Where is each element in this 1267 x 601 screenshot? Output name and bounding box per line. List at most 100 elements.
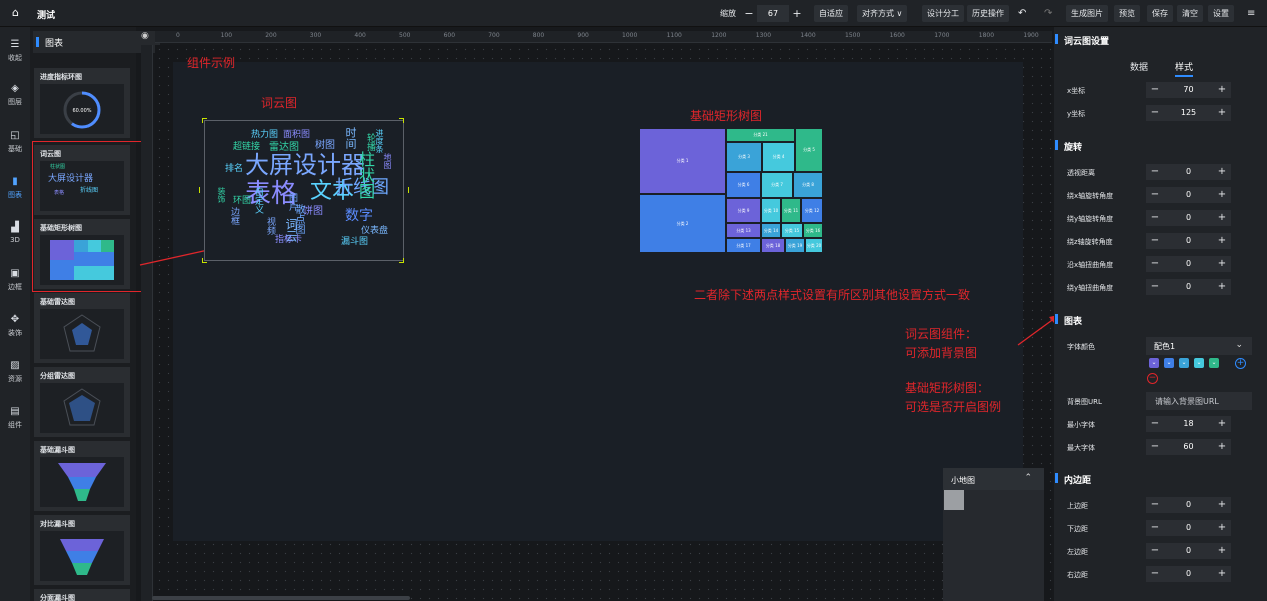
stepper-value[interactable]: 60	[1164, 439, 1213, 455]
color-swatch[interactable]: ⌄	[1149, 358, 1159, 368]
color-swatch[interactable]: ⌄	[1194, 358, 1204, 368]
pad-top-label: 上边距	[1067, 502, 1088, 510]
wordcloud-component[interactable]: 大屏设计器 文本 表格 折线图 柱状图 数字 词云 热力图 面积图 雷达图 超链接 树图 排名 饼图 散点图…	[204, 120, 404, 261]
color-swatch[interactable]: ⌄	[1164, 358, 1174, 368]
decrement-button[interactable]: −	[1146, 520, 1164, 536]
treemap-cell: 分类 1	[639, 128, 726, 194]
wordcloud-word: 漏斗图	[341, 237, 369, 247]
decrement-button[interactable]: −	[1146, 187, 1164, 203]
pad-left-label: 左边距	[1067, 548, 1088, 556]
stepper-value[interactable]: 0	[1164, 566, 1213, 582]
minimap-title: 小地图	[951, 476, 975, 485]
resize-handle[interactable]	[399, 118, 404, 123]
treemap-cell: 分类 14	[761, 223, 781, 238]
minimap-viewport[interactable]	[944, 490, 964, 510]
treemap-cell: 分类 21	[726, 128, 795, 142]
minimap-panel: 小地图 ⌃	[943, 468, 1044, 601]
decrement-button[interactable]: −	[1146, 416, 1164, 432]
increment-button[interactable]: +	[1213, 543, 1231, 559]
tab-style[interactable]: 样式	[1175, 60, 1193, 73]
color-swatch[interactable]: ⌄	[1209, 358, 1219, 368]
pad-bottom-stepper[interactable]: −0 +	[1146, 520, 1231, 536]
color-swatch[interactable]: ⌄	[1179, 358, 1189, 368]
stepper-value[interactable]: 0	[1164, 210, 1213, 226]
skew-y-stepper[interactable]: −0 +	[1146, 279, 1231, 295]
min-font-stepper[interactable]: −18 +	[1146, 416, 1231, 432]
decrement-button[interactable]: −	[1146, 82, 1164, 98]
pad-top-stepper[interactable]: −0 +	[1146, 497, 1231, 513]
stepper-value[interactable]: 18	[1164, 416, 1213, 432]
increment-button[interactable]: +	[1213, 439, 1231, 455]
stepper-value[interactable]: 0	[1164, 279, 1213, 295]
resize-handle[interactable]	[399, 258, 404, 263]
decrement-button[interactable]: −	[1146, 279, 1164, 295]
remove-color-icon[interactable]: −	[1147, 373, 1158, 384]
chevron-up-icon[interactable]: ⌃	[1024, 473, 1032, 483]
treemap-cell: 分类 10	[761, 198, 781, 223]
stepper-value[interactable]: 0	[1164, 233, 1213, 249]
treemap-component[interactable]: 分类 1 分类 2 分类 3 分类 4 分类 5 分类 6 分类 7 分类 8 分类 9 分类 1…	[639, 128, 823, 253]
decrement-button[interactable]: −	[1146, 210, 1164, 226]
x-stepper[interactable]: −70 +	[1146, 82, 1231, 98]
stepper-value[interactable]: 0	[1164, 543, 1213, 559]
decrement-button[interactable]: −	[1146, 233, 1164, 249]
stepper-value[interactable]: 0	[1164, 520, 1213, 536]
wordcloud-word: 视频	[265, 217, 275, 235]
resize-handle[interactable]	[199, 187, 204, 193]
decrement-button[interactable]: −	[1146, 497, 1164, 513]
wordcloud-word: 装饰	[217, 187, 226, 203]
increment-button[interactable]: +	[1213, 82, 1231, 98]
increment-button[interactable]: +	[1213, 566, 1231, 582]
resize-handle[interactable]	[404, 187, 409, 193]
pad-left-stepper[interactable]: −0 +	[1146, 543, 1231, 559]
increment-button[interactable]: +	[1213, 233, 1231, 249]
increment-button[interactable]: +	[1213, 105, 1231, 121]
stepper-value[interactable]: 0	[1164, 256, 1213, 272]
wordcloud-word: 自定义	[253, 187, 263, 214]
increment-button[interactable]: +	[1213, 256, 1231, 272]
decrement-button[interactable]: −	[1146, 566, 1164, 582]
rot-z-stepper[interactable]: −0 +	[1146, 233, 1231, 249]
add-color-icon[interactable]: +	[1235, 358, 1246, 369]
decrement-button[interactable]: −	[1146, 439, 1164, 455]
chevron-down-icon: ⌄	[1235, 340, 1243, 350]
increment-button[interactable]: +	[1213, 210, 1231, 226]
font-color-select[interactable]: 配色1 ⌄	[1146, 337, 1252, 355]
stepper-value[interactable]: 0	[1164, 187, 1213, 203]
stepper-value[interactable]: 125	[1164, 105, 1213, 121]
rot-y-stepper[interactable]: −0 +	[1146, 210, 1231, 226]
decrement-button[interactable]: −	[1146, 105, 1164, 121]
decrement-button[interactable]: −	[1146, 543, 1164, 559]
max-font-stepper[interactable]: −60 +	[1146, 439, 1231, 455]
rot-x-stepper[interactable]: −0 +	[1146, 187, 1231, 203]
increment-button[interactable]: +	[1213, 164, 1231, 180]
y-stepper[interactable]: −125 +	[1146, 105, 1231, 121]
skew-x-stepper[interactable]: −0 +	[1146, 256, 1231, 272]
bg-url-label: 背景图URL	[1067, 398, 1102, 406]
treemap-cell: 分类 15	[781, 223, 803, 238]
increment-button[interactable]: +	[1213, 416, 1231, 432]
rot-y-label: 绕y轴旋转角度	[1067, 215, 1114, 223]
pad-right-stepper[interactable]: −0 +	[1146, 566, 1231, 582]
bg-url-input[interactable]	[1146, 392, 1252, 410]
resize-handle[interactable]	[202, 258, 207, 263]
stepper-value[interactable]: 0	[1164, 497, 1213, 513]
increment-button[interactable]: +	[1213, 187, 1231, 203]
horizontal-scrollbar[interactable]	[152, 596, 410, 600]
arrow-to-settings	[1017, 317, 1056, 346]
resize-handle[interactable]	[202, 118, 207, 123]
decrement-button[interactable]: −	[1146, 256, 1164, 272]
perspective-stepper[interactable]: −0 +	[1146, 164, 1231, 180]
treemap-cell: 分类 18	[761, 238, 785, 253]
bg-url-field[interactable]	[1146, 392, 1252, 410]
increment-button[interactable]: +	[1213, 279, 1231, 295]
stepper-value[interactable]: 0	[1164, 164, 1213, 180]
settings-title: 词云图设置	[1064, 37, 1110, 47]
wordcloud-word: 饼图	[303, 206, 323, 217]
increment-button[interactable]: +	[1213, 520, 1231, 536]
tab-data[interactable]: 数据	[1130, 60, 1148, 73]
stepper-value[interactable]: 70	[1164, 82, 1213, 98]
decrement-button[interactable]: −	[1146, 164, 1164, 180]
wordcloud-word: 数字	[345, 208, 373, 224]
increment-button[interactable]: +	[1213, 497, 1231, 513]
